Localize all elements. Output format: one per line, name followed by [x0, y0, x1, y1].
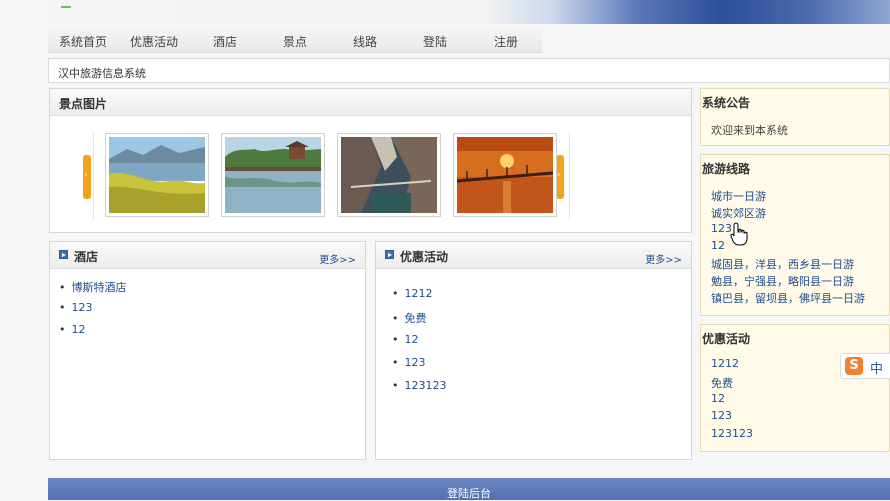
hotel-panel: 酒店 更多>> 博斯特酒店 123 12 [49, 241, 366, 460]
promo-panel: 优惠活动 更多>> 1212 免费 12 123 123123 [375, 241, 692, 460]
promo-list-item[interactable]: 免费 [392, 310, 427, 326]
scenic-photo-river-pavilion[interactable] [221, 133, 325, 217]
nav-item-home[interactable]: 系统首页 [59, 33, 107, 50]
nav-item-register[interactable]: 注册 [494, 33, 518, 50]
notice-text: 欢迎来到本系统 [711, 124, 788, 137]
scenic-photo-sunset-bridge[interactable] [453, 133, 557, 217]
scenic-panel-title: 景点图片 [59, 97, 108, 111]
route-link[interactable]: 勉县，宁强县，略阳县一日游 [711, 273, 854, 289]
hotel-list-item[interactable]: 123 [59, 301, 93, 314]
route-link[interactable]: 12 [711, 239, 725, 252]
scenic-photo-mountain-cliff[interactable] [337, 133, 441, 217]
route-link[interactable]: 城市一日游 [711, 188, 766, 204]
nav-item-promotions[interactable]: 优惠活动 [130, 33, 178, 50]
scenic-photo-rapeseed-lake[interactable] [105, 133, 209, 217]
hotel-more-link[interactable]: 更多>> [319, 251, 356, 266]
scenic-panel-header: 景点图片 [50, 89, 691, 116]
route-link[interactable]: 镇巴县，留坝县，佛坪县一日游 [711, 290, 865, 306]
side-promo-title: 优惠活动 [702, 332, 751, 346]
play-icon [385, 250, 394, 259]
site-title: 汉中旅游信息系统 [58, 67, 146, 80]
side-promo-link[interactable]: 1212 [711, 357, 739, 370]
sunset-bridge-image [457, 137, 553, 213]
admin-login-link[interactable]: 登陆后台 [48, 485, 890, 501]
ime-toolbar[interactable]: S 中 [840, 353, 890, 379]
route-link[interactable]: 城固县，洋县，西乡县一日游 [711, 256, 854, 272]
slider-divider [569, 133, 570, 219]
promo-list-item[interactable]: 1212 [392, 287, 433, 300]
slider-next-button[interactable]: › [556, 155, 564, 199]
mountain-cliff-image [341, 137, 437, 213]
promo-list-item[interactable]: 123 [392, 356, 426, 369]
hotel-panel-title: 酒店 [74, 250, 99, 264]
river-pavilion-image [225, 137, 321, 213]
route-link[interactable]: 123 [711, 222, 732, 235]
side-promo-link[interactable]: 123123 [711, 427, 753, 440]
hotel-panel-header: 酒店 更多>> [50, 242, 365, 269]
play-icon [59, 250, 68, 259]
nav-item-routes[interactable]: 线路 [353, 33, 377, 50]
hotel-list-item[interactable]: 博斯特酒店 [59, 279, 127, 295]
promo-more-link[interactable]: 更多>> [645, 251, 682, 266]
hand-cursor-icon [730, 222, 748, 246]
ime-language-indicator[interactable]: 中 [870, 358, 883, 377]
side-promo-box: 优惠活动 1212 免费 12 123 123123 [700, 324, 890, 452]
side-promo-link[interactable]: 123 [711, 409, 732, 422]
slider-prev-button[interactable]: ‹ [83, 155, 91, 199]
notice-box: 系统公告 欢迎来到本系统 [700, 88, 890, 146]
hotel-list-item[interactable]: 12 [59, 323, 86, 336]
promo-list-item[interactable]: 12 [392, 333, 419, 346]
chevron-right-icon: › [557, 170, 561, 180]
slider-divider [93, 133, 94, 219]
footer-bar: 登陆后台 [48, 478, 890, 500]
side-promo-link[interactable]: 免费 [711, 375, 733, 391]
chevron-left-icon: ‹ [84, 170, 88, 180]
rapeseed-lake-image [109, 137, 205, 213]
side-promo-link[interactable]: 12 [711, 392, 725, 405]
routes-box: 旅游线路 城市一日游 诚实郊区游 123 12 城固县，洋县，西乡县一日游 勉县… [700, 154, 890, 316]
promo-panel-header: 优惠活动 更多>> [376, 242, 691, 269]
promo-list-item[interactable]: 123123 [392, 379, 447, 392]
route-link[interactable]: 诚实郊区游 [711, 205, 766, 221]
nav-item-scenic[interactable]: 景点 [283, 33, 307, 50]
main-nav: 系统首页 优惠活动 酒店 景点 线路 登陆 注册 [48, 27, 542, 53]
logo-mark [61, 6, 71, 8]
sogou-logo-icon: S [845, 357, 863, 375]
routes-title: 旅游线路 [702, 162, 751, 176]
promo-panel-title: 优惠活动 [400, 250, 449, 264]
breadcrumb: 汉中旅游信息系统 [48, 58, 890, 83]
scenic-photos-panel: 景点图片 ‹ › [49, 88, 692, 233]
nav-item-hotels[interactable]: 酒店 [213, 33, 237, 50]
nav-item-login[interactable]: 登陆 [423, 33, 447, 50]
notice-title: 系统公告 [702, 96, 751, 110]
header-banner [48, 0, 890, 24]
